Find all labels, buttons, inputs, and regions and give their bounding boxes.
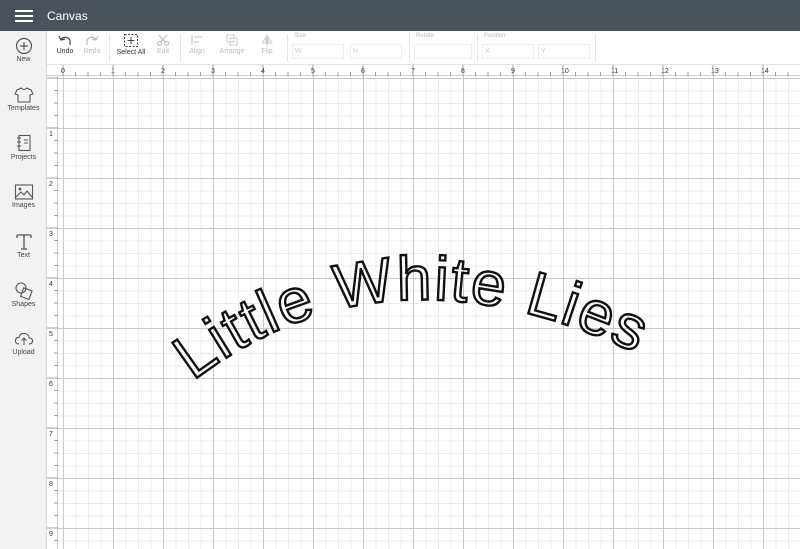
size-width-field[interactable]: W: [292, 44, 344, 59]
text-t-icon: [15, 234, 32, 250]
redo-icon: [86, 35, 99, 45]
left-ruler-label: 6: [49, 381, 53, 388]
rotate-label: Rotate: [416, 33, 434, 39]
undo-label: Undo: [56, 48, 74, 55]
left-ruler-label: 3: [49, 231, 53, 238]
size-label: Size: [294, 33, 306, 39]
position-y-label: Y: [541, 48, 546, 55]
design-text-layer[interactable]: Little White Lies: [58, 76, 800, 549]
top-ruler-label: 13: [711, 68, 719, 75]
top-ruler-ticks: 01234567891011121314: [61, 65, 789, 76]
rotate-field[interactable]: [414, 44, 472, 59]
top-ruler-label: 11: [611, 68, 618, 75]
top-ruler-label: 12: [661, 68, 669, 75]
edit-button[interactable]: Edit: [151, 31, 175, 65]
size-h-label: H: [353, 48, 359, 55]
scissors-icon: [157, 34, 169, 46]
left-ruler-label: 8: [49, 481, 53, 488]
arrange-label: Arrange: [219, 48, 245, 55]
select-all-button[interactable]: Select All: [113, 31, 149, 65]
sidebar-item-label: Upload: [12, 349, 35, 356]
position-y-field[interactable]: Y: [538, 44, 590, 59]
design-text-path: Little White Lies: [160, 243, 659, 393]
sidebar-item-label: Images: [12, 202, 35, 209]
position-x-label: X: [485, 48, 490, 55]
sidebar-item-label: Projects: [10, 154, 37, 161]
redo-button[interactable]: Redo: [79, 31, 105, 65]
left-ruler: 1 2 3 4 5 6 7 8 9: [47, 76, 58, 549]
sidebar-item-new[interactable]: New: [0, 37, 47, 83]
top-ruler: 01234567891011121314: [47, 65, 800, 76]
select-all-icon: [124, 34, 138, 47]
edit-label: Edit: [156, 48, 170, 55]
flip-button[interactable]: Flip: [254, 31, 280, 65]
left-ruler-label: 9: [49, 531, 53, 538]
sidebar: New Templates Projects Images Text Shape…: [0, 31, 47, 549]
design-canvas[interactable]: Little White Lies: [58, 76, 800, 549]
top-ruler-label: 10: [561, 68, 569, 75]
edit-toolbar: Undo Redo Select All Edit Align Arrange …: [47, 31, 800, 65]
sidebar-item-shapes[interactable]: Shapes: [0, 281, 47, 327]
align-button[interactable]: Align: [184, 31, 210, 65]
sidebar-item-upload[interactable]: Upload: [0, 330, 47, 376]
sidebar-item-projects[interactable]: Projects: [0, 134, 47, 180]
sidebar-item-images[interactable]: Images: [0, 183, 47, 229]
left-ruler-label: 2: [49, 181, 53, 188]
sidebar-item-templates[interactable]: Templates: [0, 86, 47, 132]
select-all-label: Select All: [116, 49, 146, 56]
size-height-field[interactable]: H: [350, 44, 402, 59]
sidebar-item-label: Shapes: [11, 301, 36, 308]
plus-circle-icon: [15, 37, 32, 55]
toolbar-divider: [180, 34, 181, 62]
align-icon: [191, 35, 202, 45]
top-ruler-label: 14: [761, 68, 769, 75]
sidebar-item-label: Templates: [7, 105, 40, 112]
toolbar-divider: [287, 34, 288, 62]
design-text[interactable]: Little White Lies: [160, 243, 660, 393]
left-ruler-label: 5: [49, 331, 53, 338]
top-bar: Canvas: [0, 0, 800, 31]
position-x-field[interactable]: X: [482, 44, 534, 59]
sidebar-item-label: New: [16, 56, 31, 63]
undo-button[interactable]: Undo: [51, 31, 79, 65]
menu-icon[interactable]: [15, 9, 33, 22]
left-ruler-ticks: 1 2 3 4 5 6 7 8 9: [47, 77, 58, 541]
shirt-icon: [13, 87, 34, 103]
toolbar-divider: [477, 34, 478, 62]
size-w-label: W: [295, 48, 302, 55]
align-label: Align: [189, 48, 205, 55]
app-title: Canvas: [47, 8, 88, 23]
notebook-icon: [16, 134, 31, 152]
sidebar-item-text[interactable]: Text: [0, 232, 47, 278]
cloud-upload-icon: [14, 332, 33, 345]
left-ruler-label: 7: [49, 431, 53, 438]
undo-icon: [58, 35, 71, 45]
toolbar-divider: [109, 34, 110, 62]
arrange-icon: [226, 34, 238, 46]
arrange-button[interactable]: Arrange: [214, 31, 250, 65]
left-ruler-label: 4: [49, 281, 53, 288]
flip-icon: [261, 34, 273, 46]
shapes-icon: [14, 282, 33, 300]
image-icon: [14, 184, 33, 200]
flip-label: Flip: [261, 48, 273, 55]
redo-label: Redo: [83, 48, 101, 55]
left-ruler-label: 1: [49, 131, 53, 138]
position-label: Position: [484, 33, 506, 39]
toolbar-divider: [409, 34, 410, 62]
sidebar-item-label: Text: [17, 252, 30, 259]
toolbar-divider: [595, 34, 596, 62]
